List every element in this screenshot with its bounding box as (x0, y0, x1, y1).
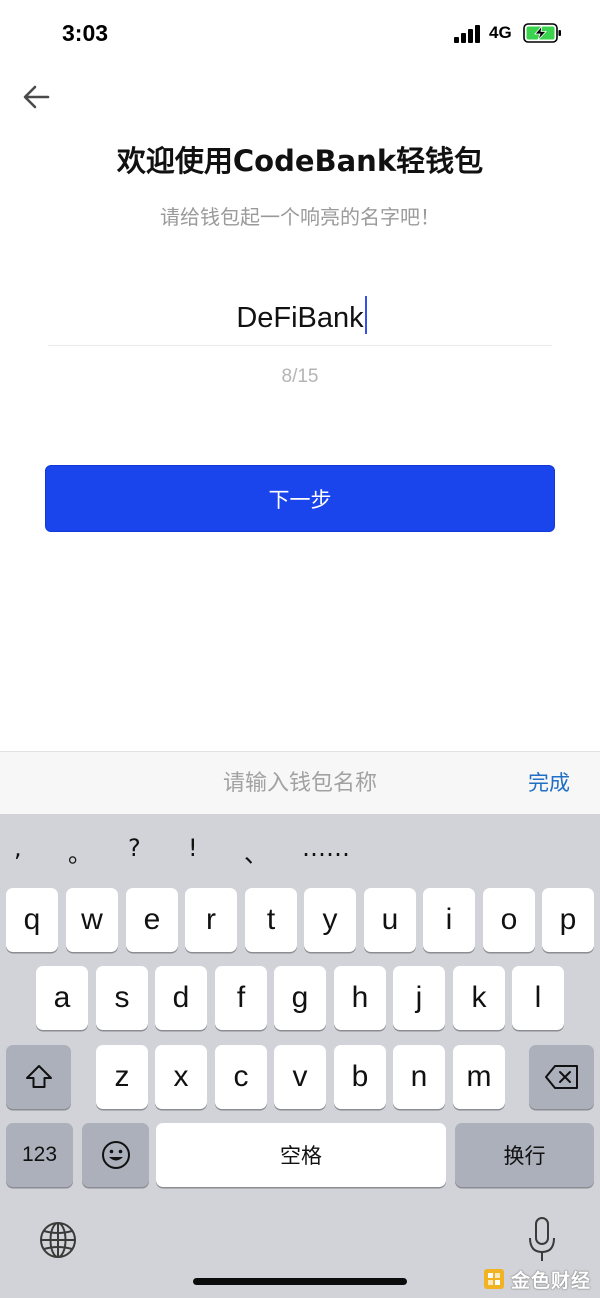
wallet-name-input[interactable] (48, 292, 552, 345)
key-a[interactable]: a (36, 966, 88, 1030)
shift-icon (25, 1065, 52, 1088)
punctuation-row: , 。 ? ! 、 …… (0, 814, 600, 884)
accessory-placeholder-text: 请输入钱包名称 (222, 771, 377, 796)
punct-key-exclamation[interactable]: ! (188, 834, 198, 862)
key-b[interactable]: b (334, 1045, 386, 1109)
status-bar: 3:03 4G (0, 0, 600, 70)
key-u[interactable]: u (364, 888, 416, 952)
battery-charging-icon (523, 23, 561, 43)
wallet-name-field-container (48, 292, 552, 346)
key-x[interactable]: x (155, 1045, 207, 1109)
key-p[interactable]: p (542, 888, 594, 952)
status-time: 3:03 (62, 20, 109, 46)
key-w[interactable]: w (66, 888, 118, 952)
microphone-icon[interactable] (526, 1216, 558, 1264)
punct-key-period[interactable]: 。 (68, 834, 92, 869)
numbers-key[interactable]: 123 (6, 1123, 73, 1187)
page-subtitle: 请给钱包起一个响亮的名字吧！ (160, 205, 440, 229)
back-arrow-icon[interactable] (20, 80, 54, 114)
watermark-logo-icon (484, 1269, 504, 1289)
network-type: 4G (489, 23, 512, 42)
key-z[interactable]: z (96, 1045, 148, 1109)
backspace-key[interactable] (529, 1045, 594, 1109)
text-caret (365, 296, 367, 334)
space-key[interactable]: 空格 (156, 1123, 446, 1187)
keyboard: , 。 ? ! 、 …… q w e r t y u i o p a s d f… (0, 814, 600, 1298)
keyboard-accessory-bar: 请输入钱包名称 完成 (0, 751, 600, 814)
home-indicator (193, 1278, 407, 1285)
cellular-signal-icon (454, 25, 484, 43)
punct-key-question[interactable]: ? (128, 834, 141, 862)
done-button[interactable]: 完成 (528, 752, 570, 815)
emoji-smiley-icon (101, 1141, 130, 1169)
key-v[interactable]: v (274, 1045, 326, 1109)
key-l[interactable]: l (512, 966, 564, 1030)
watermark: 金色财经 (482, 1266, 591, 1292)
key-k[interactable]: k (453, 966, 505, 1030)
page-title: 欢迎使用CodeBank轻钱包 (116, 144, 484, 178)
key-h[interactable]: h (334, 966, 386, 1030)
emoji-key[interactable] (82, 1123, 149, 1187)
key-f[interactable]: f (215, 966, 267, 1030)
key-d[interactable]: d (155, 966, 207, 1030)
backspace-icon (544, 1065, 578, 1089)
key-t[interactable]: t (245, 888, 297, 952)
punct-key-enumeration-comma[interactable]: 、 (244, 834, 268, 869)
punct-key-ellipsis[interactable]: …… (302, 834, 350, 862)
return-key[interactable]: 换行 (455, 1123, 594, 1187)
key-o[interactable]: o (483, 888, 535, 952)
punct-key-comma[interactable]: , (14, 834, 22, 862)
key-g[interactable]: g (274, 966, 326, 1030)
key-y[interactable]: y (304, 888, 356, 952)
key-r[interactable]: r (185, 888, 237, 952)
key-j[interactable]: j (393, 966, 445, 1030)
key-m[interactable]: m (453, 1045, 505, 1109)
key-n[interactable]: n (393, 1045, 445, 1109)
key-e[interactable]: e (126, 888, 178, 952)
watermark-text: 金色财经 (511, 1269, 592, 1292)
character-counter: 8/15 (281, 366, 319, 387)
key-i[interactable]: i (423, 888, 475, 952)
key-s[interactable]: s (96, 966, 148, 1030)
key-q[interactable]: q (6, 888, 58, 952)
next-step-button[interactable]: 下一步 (45, 465, 555, 532)
key-c[interactable]: c (215, 1045, 267, 1109)
globe-icon[interactable] (38, 1220, 78, 1260)
shift-key[interactable] (6, 1045, 71, 1109)
